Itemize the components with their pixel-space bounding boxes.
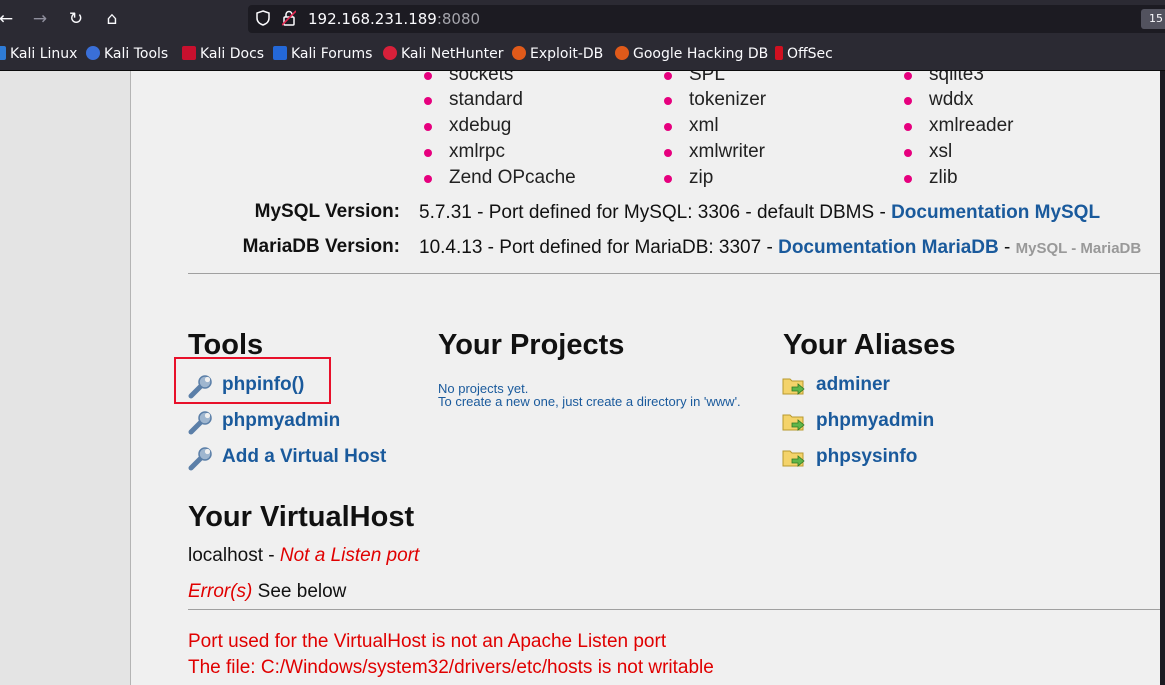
bookmarks-bar: Kali Linux Kali Tools Kali Docs Kali For… [0,38,1165,71]
extension-item: xmlrpc [424,141,505,163]
extension-item: xmlwriter [664,141,765,163]
kali-docs-icon [182,46,196,60]
bookmark-kali-tools[interactable]: Kali Tools [86,46,168,62]
bookmark-offsec[interactable]: OffSec [775,46,833,62]
projects-heading: Your Projects [438,329,625,361]
reload-icon[interactable]: ↻ [64,8,88,30]
extension-item: SPL [664,71,725,86]
ghdb-icon [615,46,629,60]
aliases-heading: Your Aliases [783,329,956,361]
bookmark-exploit-db[interactable]: Exploit-DB [512,46,603,62]
kali-forums-icon [273,46,287,60]
alias-link-phpmyadmin[interactable]: phpmyadmin [782,410,934,432]
errors-row: Error(s) See below [188,581,347,602]
browser-toolbar: ← → ↻ ⌂ 192.168.231.189:8080 15 [0,0,1165,38]
folder-arrow-icon [782,450,805,467]
insecure-lock-icon[interactable] [282,10,296,26]
tool-link-phpmyadmin[interactable]: phpmyadmin [188,410,340,435]
window-edge [1160,71,1165,685]
virtualhost-heading: Your VirtualHost [188,501,415,533]
extension-item: xml [664,115,719,137]
url-text[interactable]: 192.168.231.189:8080 [308,10,480,28]
error-message: The file: C:/Windows/system32/drivers/et… [188,657,714,678]
bookmark-kali-forums[interactable]: Kali Forums [273,46,372,62]
divider [188,273,1160,274]
extension-item: xdebug [424,115,511,137]
mysql-docs-link[interactable]: Documentation MySQL [891,202,1100,223]
nethunter-icon [383,46,397,60]
extension-item: xmlreader [904,115,1013,137]
mariadb-version-row: 10.4.13 - Port defined for MariaDB: 3307… [419,237,1142,258]
tool-link-add-virtual-host[interactable]: Add a Virtual Host [188,446,386,471]
mysql-version-label: MySQL Version: [254,201,400,222]
bookmark-google-hacking-db[interactable]: Google Hacking DB [615,46,768,62]
offsec-icon [775,46,783,60]
extension-item: zlib [904,167,958,189]
url-bar[interactable]: 192.168.231.189:8080 15 [248,5,1165,33]
zoom-badge[interactable]: 15 [1141,9,1165,29]
bookmark-kali-nethunter[interactable]: Kali NetHunter [383,46,503,62]
kali-tools-icon [86,46,100,60]
folder-arrow-icon [782,414,805,431]
shield-icon[interactable] [256,10,270,26]
page-viewport: sockets standard xdebug xmlrpc Zend OPca… [0,71,1160,685]
left-sidebar [0,71,131,685]
back-icon[interactable]: ← [0,8,18,30]
bookmark-kali-linux[interactable]: Kali Linux [0,46,77,62]
virtualhost-row: localhost - Not a Listen port [188,545,420,566]
alias-link-phpsysinfo[interactable]: phpsysinfo [782,446,917,468]
mysql-mariadb-link[interactable]: MySQL - MariaDB [1016,240,1142,257]
extension-item: tokenizer [664,89,766,111]
error-message: Port used for the VirtualHost is not an … [188,631,667,652]
divider [188,609,1160,610]
wrench-icon [188,411,212,435]
highlight-box [174,357,331,404]
bookmark-kali-docs[interactable]: Kali Docs [182,46,264,62]
wrench-icon [188,447,212,471]
mariadb-version-label: MariaDB Version: [242,236,400,257]
extension-item: zip [664,167,713,189]
folder-arrow-icon [782,378,805,395]
kali-icon [0,46,6,60]
alias-link-adminer[interactable]: adminer [782,374,890,396]
home-icon[interactable]: ⌂ [100,8,124,30]
forward-icon[interactable]: → [28,8,52,30]
projects-hint-text: To create a new one, just create a direc… [438,394,741,409]
extension-item: Zend OPcache [424,167,576,189]
extension-item: sqlite3 [904,71,984,86]
extension-item: wddx [904,89,973,111]
extension-item: sockets [424,71,513,86]
extension-item: standard [424,89,523,111]
virtualhost-status: Not a Listen port [279,545,420,566]
exploit-db-icon [512,46,526,60]
mysql-version-row: 5.7.31 - Port defined for MySQL: 3306 - … [419,202,1101,223]
mariadb-docs-link[interactable]: Documentation MariaDB [778,237,999,258]
extension-item: xsl [904,141,952,163]
